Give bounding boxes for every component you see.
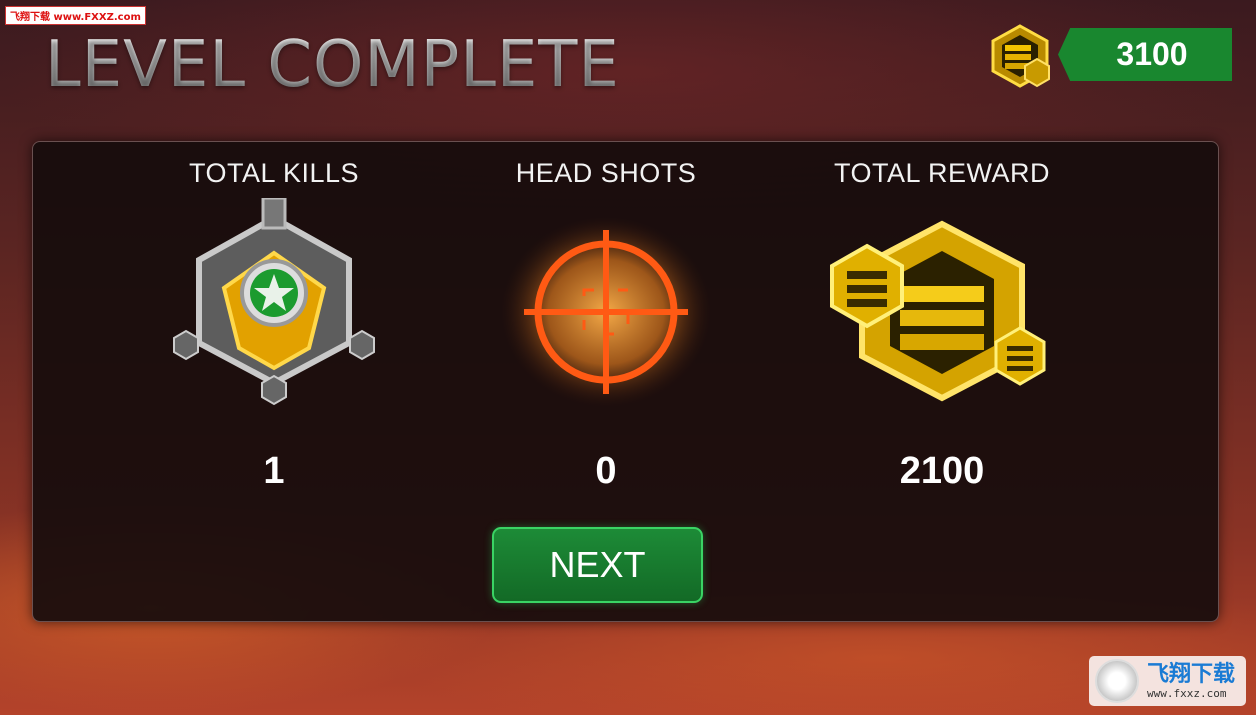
- logo-url-text: www.fxxz.com: [1147, 686, 1227, 700]
- star-medal-icon: [173, 198, 375, 406]
- stat-label: TOTAL KILLS: [188, 158, 360, 188]
- page-title: LEVEL COMPLETE: [45, 28, 620, 102]
- watermark-logo: 飞翔下载 www.fxxz.com: [1089, 656, 1246, 706]
- currency-value: 3100: [1116, 36, 1188, 72]
- stat-head-shots: HEAD SHOTS 0: [456, 158, 756, 492]
- logo-cn-text: 飞翔下载: [1147, 661, 1236, 687]
- stat-label: TOTAL REWARD: [833, 158, 1050, 188]
- crosshair-icon: [501, 217, 711, 407]
- results-panel: TOTAL KILLS 1 HEAD SHOTS 0 TOTAL REWARD …: [32, 141, 1219, 622]
- stat-value: 2100: [899, 450, 985, 492]
- stat-total-reward: TOTAL REWARD 2100: [792, 158, 1092, 492]
- next-button[interactable]: NEXT: [492, 527, 703, 603]
- gold-stack-icon: [830, 220, 1046, 402]
- gold-stack-icon: [991, 24, 1050, 88]
- stat-value: 1: [263, 450, 285, 492]
- stat-value: 0: [595, 450, 617, 492]
- stat-total-kills: TOTAL KILLS 1: [124, 158, 424, 492]
- logo-icon: [1095, 659, 1139, 703]
- watermark-top: 飞翔下载 www.FXXZ.com: [5, 6, 146, 25]
- currency-counter: 3100: [1058, 28, 1232, 81]
- stat-label: HEAD SHOTS: [515, 158, 697, 188]
